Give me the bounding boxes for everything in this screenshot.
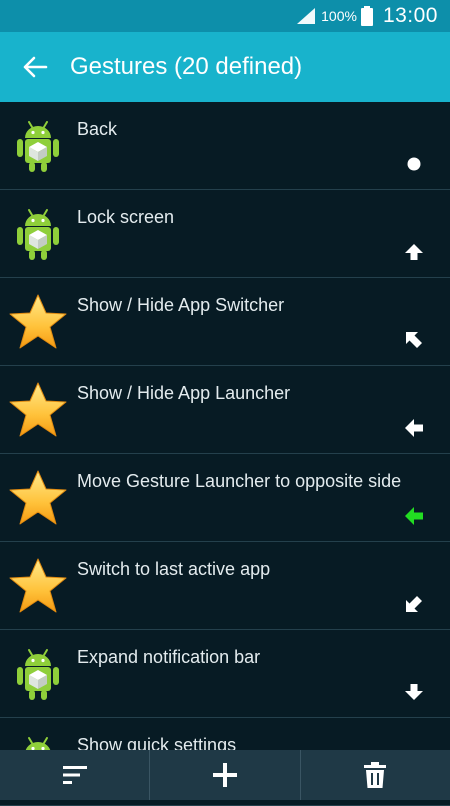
star-icon: [9, 382, 67, 437]
star-icon: [9, 558, 67, 613]
delete-button[interactable]: [301, 750, 450, 800]
arrow-down-left-icon: [406, 596, 422, 612]
list-item-label: Lock screen: [77, 207, 175, 227]
arrow-up-icon: [405, 244, 423, 260]
page-title: Gestures (20 defined): [70, 53, 303, 80]
star-icon: [9, 470, 67, 525]
list-item[interactable]: Show / Hide App Switcher: [0, 278, 450, 366]
status-bar: 100% 13:00: [0, 0, 450, 32]
arrow-left-green-icon: [405, 507, 423, 525]
sort-button[interactable]: [0, 750, 151, 800]
android-icon: [17, 121, 59, 172]
battery-percent: 100%: [321, 8, 357, 24]
list-item-label: Move Gesture Launcher to opposite side: [77, 471, 402, 491]
list-item-label: Switch to last active app: [77, 559, 271, 579]
list-item[interactable]: Switch to last active app: [0, 542, 450, 630]
list-item[interactable]: Move Gesture Launcher to opposite side: [0, 454, 450, 542]
arrow-left-icon: [405, 419, 423, 437]
sort-icon: [62, 766, 87, 784]
trash-icon: [364, 762, 387, 788]
app-bar: Gestures (20 defined): [0, 32, 450, 102]
list-item[interactable]: Expand notification bar: [0, 630, 450, 718]
list-item[interactable]: Lock screen: [0, 190, 450, 278]
list-item[interactable]: Back: [0, 102, 450, 190]
clock: 13:00: [382, 4, 438, 27]
list-item-label: Back: [77, 119, 118, 139]
list-item-label: Expand notification bar: [77, 647, 261, 667]
add-gesture-button[interactable]: [150, 750, 301, 800]
android-icon: [17, 649, 59, 700]
list-item-label: Show / Hide App Switcher: [77, 295, 285, 315]
android-icon: [17, 209, 59, 260]
back-button[interactable]: [0, 32, 70, 102]
arrow-up-left-icon: [406, 332, 422, 348]
star-icon: [9, 294, 67, 349]
battery-icon: [360, 6, 373, 26]
list-item-label: Show / Hide App Launcher: [77, 383, 291, 403]
plus-icon: [212, 763, 237, 787]
back-arrow-icon: [23, 56, 48, 78]
bottom-toolbar: [0, 750, 450, 800]
list-item[interactable]: Show / Hide App Launcher: [0, 366, 450, 454]
arrow-down-icon: [405, 684, 423, 700]
dot-gesture-icon: [407, 157, 421, 171]
signal-icon: [297, 8, 316, 24]
gesture-list[interactable]: Back Lock screen Show / Hide App Switche…: [0, 102, 450, 806]
